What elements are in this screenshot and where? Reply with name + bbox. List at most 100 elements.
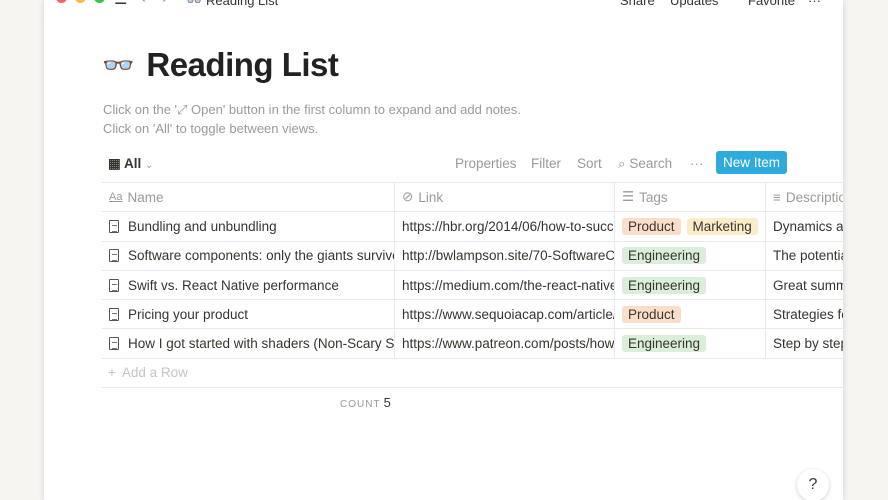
tags-cell[interactable]: Engineering <box>615 270 766 300</box>
table-row[interactable]: How I got started with shaders (Non-Scar… <box>102 329 843 359</box>
menu-icon[interactable]: ☰ <box>114 0 127 8</box>
view-selector[interactable]: ▦ All ⌄ <box>108 156 153 172</box>
tag-badge[interactable]: Marketing <box>686 217 758 235</box>
description-cell[interactable]: Step by step <box>766 329 843 357</box>
search-icon: ⌕ <box>618 156 626 171</box>
share-button[interactable]: Share <box>620 0 655 8</box>
link-cell[interactable]: https://www.sequoiacap.com/article/ <box>395 300 615 329</box>
list-icon: ☰ <box>622 189 635 205</box>
tag-badge[interactable]: Engineering <box>622 247 707 265</box>
view-label: All <box>124 156 142 171</box>
tag-badge[interactable]: Engineering <box>622 335 707 353</box>
favorite-button[interactable]: Favorite <box>748 0 795 8</box>
description-cell[interactable]: Great summary <box>766 271 843 299</box>
forward-button[interactable]: › <box>162 0 168 8</box>
link-cell[interactable]: http://bwlampson.site/70-SoftwareCompone… <box>395 241 615 270</box>
row-name: Bundling and unbundling <box>128 218 277 234</box>
chevron-down-icon: ⌄ <box>145 160 154 171</box>
sort-button[interactable]: Sort <box>577 156 602 171</box>
row-description: Great summary <box>773 277 843 293</box>
more-options-button[interactable]: ··· <box>690 156 704 171</box>
page-icon <box>109 249 119 263</box>
page-icon <box>109 337 119 351</box>
description-cell[interactable]: Strategies for <box>766 300 843 328</box>
description-line-1: Click on the '⤢ Open' button in the firs… <box>103 102 521 117</box>
properties-button[interactable]: Properties <box>455 156 517 171</box>
row-name: Pricing your product <box>128 306 249 322</box>
updates-button[interactable]: Updates <box>670 0 718 8</box>
help-button[interactable]: ? <box>797 469 829 500</box>
row-link[interactable]: https://hbr.org/2014/06/how-to-succeed <box>402 219 614 234</box>
filter-button[interactable]: Filter <box>531 156 561 171</box>
tag-badge[interactable]: Product <box>622 305 681 323</box>
database-toolbar: ▦ All ⌄ Properties Filter Sort ⌕ Search … <box>102 151 843 177</box>
row-description: The potential <box>773 248 843 264</box>
count-summary: COUNT 5 <box>340 395 391 410</box>
page-icon <box>109 219 119 233</box>
new-item-button[interactable]: New Item <box>716 151 787 174</box>
count-value: 5 <box>383 395 391 410</box>
breadcrumb-icon: 👓 <box>186 0 203 8</box>
table-row[interactable]: Pricing your product https://www.sequoia… <box>102 300 843 330</box>
row-name: How I got started with shaders (Non-Scar… <box>128 336 395 352</box>
back-button[interactable]: ‹ <box>140 0 146 8</box>
row-link[interactable]: http://bwlampson.site/70-SoftwareCompone… <box>402 248 614 263</box>
table-header: Aa Name ⊘Link ☰Tags ≡Description <box>102 183 843 213</box>
link-cell[interactable]: https://medium.com/the-react-native <box>395 270 615 300</box>
row-description: Strategies for <box>773 306 843 322</box>
text-lines-icon: ≡ <box>773 189 781 205</box>
row-link[interactable]: https://www.patreon.com/posts/how <box>402 336 614 351</box>
more-button[interactable]: ··· <box>808 0 821 8</box>
tags-cell[interactable]: Engineering <box>615 329 766 358</box>
table-row[interactable]: Bundling and unbundling https://hbr.org/… <box>102 212 843 242</box>
tags-cell[interactable]: Product Marketing <box>615 212 766 241</box>
link-cell[interactable]: https://www.patreon.com/posts/how <box>395 329 615 358</box>
count-label: COUNT <box>340 399 381 410</box>
row-name: Swift vs. React Native performance <box>128 277 339 293</box>
row-name: Software components: only the giants sur… <box>128 248 395 264</box>
row-link[interactable]: https://medium.com/the-react-native <box>402 278 614 293</box>
page-icon[interactable]: 👓 <box>102 50 134 81</box>
tag-badge[interactable]: Engineering <box>622 276 707 294</box>
tags-cell[interactable]: Product <box>615 300 766 329</box>
close-window-button[interactable] <box>56 0 67 3</box>
row-link[interactable]: https://www.sequoiacap.com/article/ <box>402 307 614 322</box>
search-label: Search <box>629 156 673 171</box>
column-header-link[interactable]: ⊘ Link <box>395 183 615 212</box>
table-row[interactable]: Software components: only the giants sur… <box>102 241 843 271</box>
row-description: Dynamics and <box>773 218 843 234</box>
link-icon: ⊘ <box>402 189 414 205</box>
description-cell[interactable]: Dynamics and <box>766 212 843 240</box>
maximize-window-button[interactable] <box>94 0 105 3</box>
database-table: Aa Name ⊘Link ☰Tags ≡Description Bundling… <box>102 182 843 388</box>
description-cell[interactable]: The potential <box>766 242 843 270</box>
breadcrumb[interactable]: Reading List <box>206 0 278 8</box>
name-cell[interactable]: Pricing your product <box>102 300 395 329</box>
column-header-tags[interactable]: ☰ Tags <box>615 183 766 212</box>
add-row-label: Add a Row <box>121 365 188 381</box>
column-label: Tags <box>639 189 668 205</box>
column-header-name[interactable]: Aa Name <box>102 183 395 212</box>
name-cell[interactable]: Swift vs. React Native performance <box>102 270 395 300</box>
page-icon <box>109 278 119 292</box>
row-description: Step by step <box>773 336 843 352</box>
column-header-description[interactable]: ≡Description <box>766 183 843 211</box>
page-title[interactable]: Reading List <box>146 46 339 84</box>
page-icon <box>109 307 119 321</box>
tags-cell[interactable]: Engineering <box>615 241 766 270</box>
tag-badge[interactable]: Product <box>622 217 681 235</box>
name-cell[interactable]: How I got started with shaders (Non-Scar… <box>102 329 395 358</box>
table-row[interactable]: Swift vs. React Native performance https… <box>102 270 843 301</box>
column-label: Name <box>127 189 164 205</box>
column-label: Description <box>785 189 843 205</box>
text-type-icon: Aa <box>109 191 123 204</box>
description-line-2: Click on 'All' to toggle between views. <box>103 121 319 136</box>
minimize-window-button[interactable] <box>75 0 86 3</box>
name-cell[interactable]: Software components: only the giants sur… <box>102 241 395 270</box>
column-label: Link <box>418 189 444 205</box>
top-bar: ☰ ‹ › 👓 Reading List Share Updates Favor… <box>44 0 843 11</box>
link-cell[interactable]: https://hbr.org/2014/06/how-to-succeed <box>395 212 615 241</box>
search-button[interactable]: ⌕ Search <box>618 156 672 172</box>
name-cell[interactable]: Bundling and unbundling <box>102 212 395 241</box>
add-row-button[interactable]: + Add a Row <box>102 359 843 388</box>
